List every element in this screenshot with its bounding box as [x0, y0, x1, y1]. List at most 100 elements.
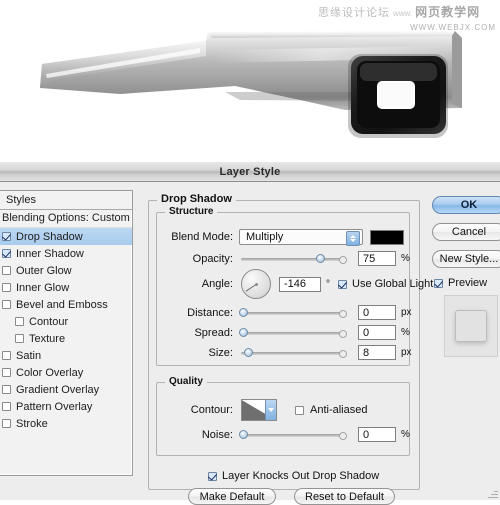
effect-label: Bevel and Emboss: [16, 298, 108, 311]
effect-checkbox[interactable]: [2, 232, 11, 241]
style-effect-row-outer-glow[interactable]: Outer Glow: [0, 262, 132, 279]
effect-label: Stroke: [16, 417, 48, 430]
style-effect-row-stroke[interactable]: Stroke: [0, 415, 132, 432]
style-effect-row-bevel-and-emboss[interactable]: Bevel and Emboss: [0, 296, 132, 313]
effect-label: Gradient Overlay: [16, 383, 100, 396]
size-slider-thumb[interactable]: [244, 347, 254, 357]
shadow-color-swatch[interactable]: [370, 229, 404, 245]
effect-checkbox[interactable]: [2, 385, 11, 394]
chevron-updown-icon[interactable]: [346, 231, 360, 246]
size-input[interactable]: 8: [358, 345, 396, 360]
layer-knockout-row[interactable]: Layer Knocks Out Drop Shadow: [208, 470, 379, 482]
default-buttons-row: Make Default Reset to Default: [188, 488, 395, 505]
anti-aliased-checkbox[interactable]: [295, 405, 304, 415]
angle-label: Angle:: [201, 278, 233, 290]
effect-label: Drop Shadow: [16, 230, 83, 243]
opacity-input[interactable]: 75: [358, 251, 396, 266]
distance-input[interactable]: 0: [358, 305, 396, 320]
contour-dropdown-arrow-icon[interactable]: [265, 400, 276, 420]
style-effect-row-contour[interactable]: Contour: [0, 313, 132, 330]
ok-button[interactable]: OK: [432, 196, 500, 214]
watermark-forum-text: 思缘设计论坛: [318, 7, 390, 19]
styles-list-panel: Styles Blending Options: Custom Drop Sha…: [0, 190, 133, 476]
opacity-label: Opacity:: [192, 252, 233, 265]
layer-knockout-label: Layer Knocks Out Drop Shadow: [222, 470, 380, 482]
size-value: 8: [363, 346, 370, 359]
style-effect-row-color-overlay[interactable]: Color Overlay: [0, 364, 132, 381]
noise-unit: %: [401, 429, 410, 440]
effect-checkbox[interactable]: [15, 317, 24, 326]
distance-slider-thumb[interactable]: [239, 307, 249, 317]
opacity-slider-thumb[interactable]: [315, 253, 325, 263]
reset-to-default-button[interactable]: Reset to Default: [294, 488, 395, 505]
distance-label: Distance:: [187, 306, 233, 319]
opacity-unit: %: [401, 253, 410, 264]
style-effect-row-texture[interactable]: Texture: [0, 330, 132, 347]
noise-input[interactable]: 0: [358, 427, 396, 442]
watermark-url-text: WWW.WEBJX.COM: [410, 23, 496, 32]
distance-slider-track: [241, 309, 347, 318]
style-effect-row-inner-shadow[interactable]: Inner Shadow: [0, 245, 132, 262]
blend-mode-select[interactable]: Multiply: [239, 229, 363, 246]
spread-unit: %: [401, 327, 410, 338]
style-effect-row-drop-shadow[interactable]: Drop Shadow: [0, 228, 132, 245]
effect-checkbox[interactable]: [2, 351, 11, 360]
effect-checkbox[interactable]: [2, 300, 11, 309]
size-slider[interactable]: [241, 347, 347, 359]
size-unit: px: [401, 347, 412, 358]
effect-checkbox[interactable]: [2, 266, 11, 275]
distance-unit: px: [401, 307, 412, 318]
effects-list: Drop Shadow Inner Shadow Outer Glow Inner G…: [0, 228, 132, 432]
contour-label: Contour:: [190, 404, 233, 416]
size-slider-track: [241, 349, 347, 358]
blend-mode-label: Blend Mode:: [171, 231, 233, 243]
dialog-actions: OK Cancel New Style... Preview: [432, 196, 500, 357]
effect-label: Contour: [29, 315, 69, 328]
cancel-button[interactable]: Cancel: [432, 223, 500, 241]
spread-label: Spread:: [194, 326, 233, 339]
make-default-button[interactable]: Make Default: [188, 488, 276, 505]
drop-shadow-settings: Drop Shadow Structure Blend Mode: Multip…: [148, 192, 433, 505]
dialog-titlebar[interactable]: Layer Style: [0, 162, 500, 182]
layer-knockout-checkbox[interactable]: [208, 471, 217, 481]
noise-label: Noise:: [201, 428, 233, 441]
effect-label: Inner Shadow: [16, 247, 84, 260]
effect-label: Inner Glow: [16, 281, 70, 294]
effect-label: Outer Glow: [16, 264, 72, 277]
effect-label: Color Overlay: [16, 366, 84, 379]
contour-preset-picker[interactable]: [241, 399, 277, 421]
new-style-button[interactable]: New Style...: [432, 250, 500, 268]
effect-checkbox[interactable]: [2, 368, 11, 377]
angle-value: -146: [284, 278, 307, 290]
opacity-slider[interactable]: [241, 253, 347, 265]
quality-group-label: Quality: [165, 376, 207, 387]
preview-checkbox[interactable]: [434, 278, 443, 288]
angle-input[interactable]: -146: [279, 276, 321, 292]
distance-value: 0: [363, 306, 370, 319]
dialog-title: Layer Style: [219, 165, 281, 178]
styles-list-header[interactable]: Styles: [0, 191, 132, 210]
effect-checkbox[interactable]: [2, 249, 11, 258]
preview-row[interactable]: Preview: [434, 277, 500, 289]
style-effect-row-inner-glow[interactable]: Inner Glow: [0, 279, 132, 296]
effect-checkbox[interactable]: [2, 283, 11, 292]
style-effect-row-pattern-overlay[interactable]: Pattern Overlay: [0, 398, 132, 415]
style-effect-row-gradient-overlay[interactable]: Gradient Overlay: [0, 381, 132, 398]
opacity-value: 75: [363, 252, 376, 265]
angle-dial[interactable]: [241, 269, 271, 299]
dialog-resize-grip[interactable]: [488, 488, 498, 498]
style-preview-thumbnail: [444, 295, 498, 357]
site-watermark: 思缘设计论坛 www. 网页教学网 WWW.WEBJX.COM: [318, 6, 498, 36]
blending-options-row[interactable]: Blending Options: Custom: [0, 210, 132, 228]
style-effect-row-satin[interactable]: Satin: [0, 347, 132, 364]
noise-slider-thumb[interactable]: [239, 429, 249, 439]
effect-checkbox[interactable]: [2, 419, 11, 428]
use-global-light-checkbox[interactable]: [338, 279, 347, 289]
distance-slider[interactable]: [239, 307, 347, 319]
spread-slider[interactable]: [239, 327, 347, 339]
effect-checkbox[interactable]: [15, 334, 24, 343]
noise-slider[interactable]: [239, 429, 347, 441]
spread-input[interactable]: 0: [358, 325, 396, 340]
effect-checkbox[interactable]: [2, 402, 11, 411]
spread-slider-thumb[interactable]: [239, 327, 249, 337]
